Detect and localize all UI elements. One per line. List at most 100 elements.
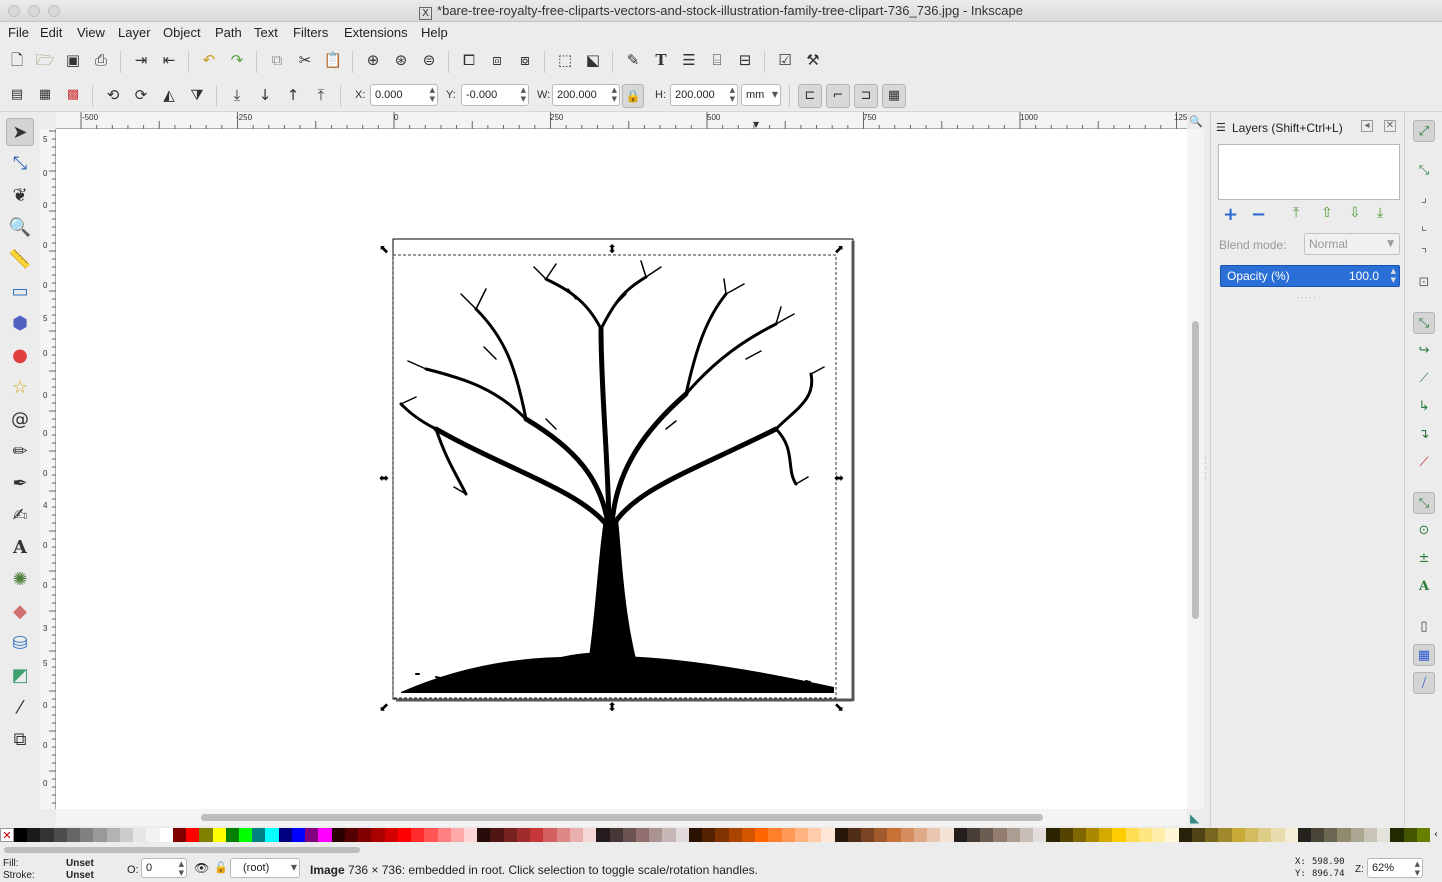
fill-stroke-icon[interactable]: ✎ xyxy=(622,49,644,71)
spin-arrows-icon[interactable]: ▲ ▼ xyxy=(179,860,184,878)
scale-handle-sw-icon[interactable]: ⬋ xyxy=(379,700,389,714)
lower-layer-icon[interactable]: ⇩ xyxy=(1349,205,1361,221)
palette-swatch[interactable] xyxy=(1297,828,1311,842)
snap-intersection-icon[interactable]: ⟋ xyxy=(1413,368,1435,390)
scale-handle-ne-icon[interactable]: ⬈ xyxy=(834,242,844,256)
unlink-clone-icon[interactable]: ⧇ xyxy=(514,49,536,71)
zoom-selection-icon[interactable]: ⊕ xyxy=(362,49,384,71)
h-input[interactable]: 200.000 ▲ ▼ xyxy=(670,84,738,106)
palette-swatch[interactable] xyxy=(1337,828,1351,842)
import-icon[interactable]: ⇥ xyxy=(130,49,152,71)
snap-bbox-icon[interactable]: ⤡ xyxy=(1413,160,1435,182)
eraser-tool-icon[interactable]: ◆ xyxy=(6,598,34,626)
palette-swatch[interactable] xyxy=(1072,828,1086,842)
deselect-icon[interactable]: ▩ xyxy=(62,84,84,106)
palette-swatch[interactable] xyxy=(755,828,769,842)
rotate-cw-icon[interactable]: ⟳ xyxy=(130,84,152,106)
snap-page-border-icon[interactable]: ▯ xyxy=(1413,616,1435,638)
layers-icon[interactable]: ☰ xyxy=(678,49,700,71)
spray-tool-icon[interactable]: ✺ xyxy=(6,566,34,594)
palette-swatch[interactable] xyxy=(1284,828,1298,842)
snap-path-icon[interactable]: ↪ xyxy=(1413,340,1435,362)
spin-arrows-icon[interactable]: ▲ ▼ xyxy=(430,86,435,104)
palette-swatch[interactable] xyxy=(913,828,928,842)
menu-layer[interactable]: Layer xyxy=(118,25,151,40)
palette-swatch[interactable] xyxy=(1377,828,1391,842)
palette-swatch[interactable] xyxy=(993,828,1007,842)
palette-swatch[interactable] xyxy=(278,828,292,842)
menu-edit[interactable]: Edit xyxy=(40,25,62,40)
horizontal-scrollbar[interactable] xyxy=(56,809,1187,826)
fill-value[interactable]: Unset xyxy=(66,858,94,869)
tweak-tool-icon[interactable]: ❦ xyxy=(6,182,34,210)
palette-swatch[interactable] xyxy=(344,828,359,842)
rotate-ccw-icon[interactable]: ⟲ xyxy=(102,84,124,106)
snap-bbox-corner-icon[interactable]: ⌞ xyxy=(1413,216,1435,238)
palette-swatch[interactable] xyxy=(953,828,967,842)
menu-extensions[interactable]: Extensions xyxy=(344,25,408,40)
snap-enable-icon[interactable]: ⤢ xyxy=(1413,120,1435,142)
palette-swatch[interactable] xyxy=(662,828,676,842)
palette-swatch[interactable] xyxy=(1152,828,1166,842)
palette-swatch[interactable] xyxy=(861,828,875,842)
spin-arrows-icon[interactable]: ▲ ▼ xyxy=(521,86,526,104)
scale-handle-w-icon[interactable]: ⬌ xyxy=(379,471,389,485)
menu-help[interactable]: Help xyxy=(421,25,448,40)
palette-swatch[interactable] xyxy=(715,828,729,842)
preferences-icon[interactable]: ⚒ xyxy=(802,49,824,71)
palette-swatch[interactable] xyxy=(1416,828,1431,842)
palette-swatch[interactable] xyxy=(490,828,504,842)
palette-swatch[interactable] xyxy=(609,828,623,842)
menu-text[interactable]: Text xyxy=(254,25,278,40)
palette-swatch[interactable] xyxy=(93,828,107,842)
spin-arrows-icon[interactable]: ▲ ▼ xyxy=(1391,267,1396,285)
no-paint-swatch-icon[interactable]: ✕ xyxy=(0,828,14,842)
raise-icon[interactable]: ↑ xyxy=(282,84,304,106)
vertical-scroll-thumb[interactable] xyxy=(1192,321,1199,619)
pencil-tool-icon[interactable]: ✏ xyxy=(6,438,34,466)
spiral-tool-icon[interactable]: @ xyxy=(6,406,34,434)
menu-filters[interactable]: Filters xyxy=(293,25,328,40)
palette-swatch[interactable] xyxy=(477,828,491,842)
palette-swatch[interactable] xyxy=(212,828,226,842)
palette-swatch[interactable] xyxy=(437,828,451,842)
palette-swatch[interactable] xyxy=(781,828,795,842)
palette-swatch[interactable] xyxy=(636,828,650,842)
3d-box-tool-icon[interactable]: ⬢ xyxy=(6,310,34,338)
snap-text-baseline-icon[interactable]: A xyxy=(1413,576,1435,598)
scale-corners-icon[interactable]: ⌐ xyxy=(826,84,850,108)
vertical-scrollbar[interactable] xyxy=(1187,129,1204,809)
lock-ratio-icon[interactable]: 🔒 xyxy=(622,84,644,108)
text-font-icon[interactable]: T xyxy=(650,49,672,71)
palette-swatch[interactable] xyxy=(1350,828,1364,842)
palette-swatch[interactable] xyxy=(424,828,438,842)
palette-swatch[interactable] xyxy=(847,828,861,842)
export-icon[interactable]: ⇤ xyxy=(158,49,180,71)
snap-smooth-icon[interactable]: ↴ xyxy=(1413,424,1435,446)
snap-line-midpoint-icon[interactable]: ⟋ xyxy=(1413,452,1435,474)
palette-swatch[interactable] xyxy=(1099,828,1113,842)
save-icon[interactable]: ▣ xyxy=(62,49,84,71)
palette-swatch[interactable] xyxy=(159,828,173,842)
palette-swatch[interactable] xyxy=(516,828,531,842)
palette-swatch[interactable] xyxy=(768,828,782,842)
redo-icon[interactable]: ↷ xyxy=(226,49,248,71)
palette-swatch[interactable] xyxy=(966,828,981,842)
rectangle-tool-icon[interactable]: ▭ xyxy=(6,278,34,306)
scale-handle-nw-icon[interactable]: ⬉ xyxy=(379,242,389,256)
flip-horizontal-icon[interactable]: ◭ xyxy=(158,84,180,106)
palette-swatch[interactable] xyxy=(318,828,332,842)
palette-swatch[interactable] xyxy=(119,828,134,842)
palette-swatch[interactable] xyxy=(927,828,941,842)
palette-swatch[interactable] xyxy=(1363,828,1378,842)
remove-layer-icon[interactable]: − xyxy=(1251,204,1266,225)
palette-scroll-thumb[interactable] xyxy=(4,847,360,853)
spin-arrows-icon[interactable]: ▲ ▼ xyxy=(612,86,617,104)
palette-swatch[interactable] xyxy=(225,828,239,842)
palette-swatch[interactable] xyxy=(622,828,637,842)
palette-swatch[interactable] xyxy=(834,828,848,842)
unit-select[interactable]: mm ▼ xyxy=(741,84,781,106)
palette-swatch[interactable] xyxy=(397,828,412,842)
text-tool-icon[interactable]: A xyxy=(6,534,34,562)
palette-swatch[interactable] xyxy=(1006,828,1020,842)
